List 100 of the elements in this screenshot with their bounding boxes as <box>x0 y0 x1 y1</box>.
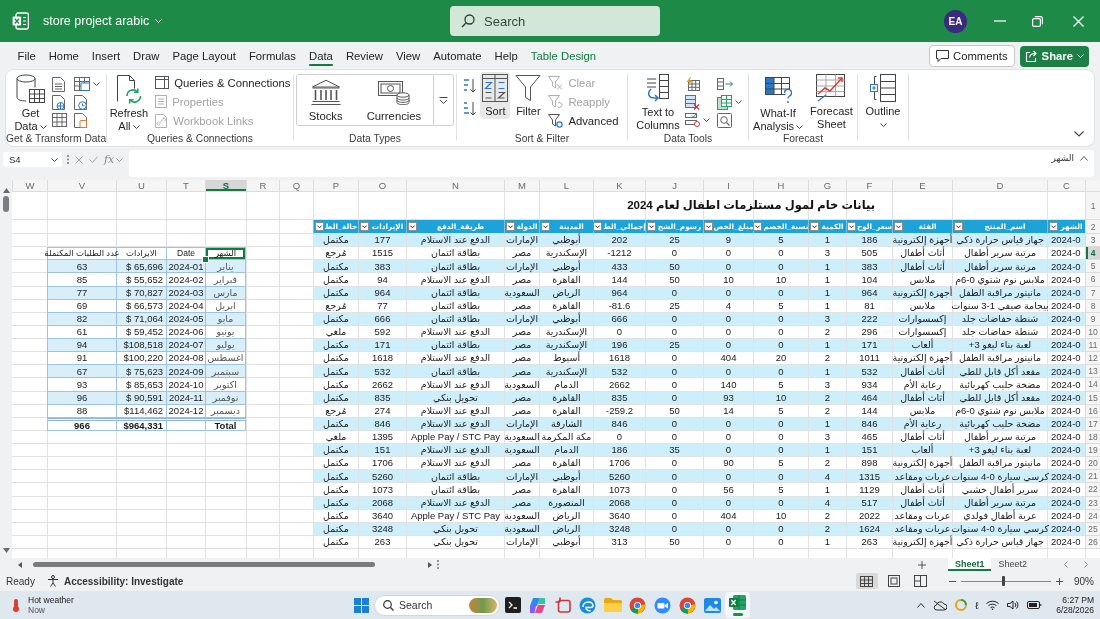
ribbon-tab[interactable]: Review <box>339 45 390 67</box>
filter-dropdown-icon[interactable] <box>541 222 550 231</box>
filter-dropdown-icon[interactable] <box>647 222 656 231</box>
scroll-up-icon[interactable] <box>2 188 10 193</box>
filter-dropdown-icon[interactable] <box>954 222 963 231</box>
column-header[interactable]: U <box>116 180 166 192</box>
battery-icon[interactable] <box>1027 601 1043 609</box>
ribbon-tab[interactable]: Home <box>42 45 86 67</box>
close-icon[interactable] <box>1073 15 1084 27</box>
filter-dropdown-icon[interactable] <box>894 222 903 231</box>
accessibility-button[interactable]: Accessibility: Investigate <box>46 575 184 587</box>
sort-descending-icon[interactable] <box>463 101 478 116</box>
queries-connections-button[interactable]: Queries & Connections <box>153 73 293 92</box>
filter-dropdown-icon[interactable] <box>506 222 515 231</box>
scroll-right-icon[interactable] <box>428 561 432 568</box>
filter-button[interactable]: Filter <box>513 72 544 119</box>
column-header[interactable]: H <box>753 180 808 192</box>
scrollbar-thumb[interactable] <box>3 196 9 212</box>
get-data-button[interactable]: Get Data <box>12 72 49 134</box>
column-header[interactable]: G <box>808 180 846 192</box>
row-header[interactable]: 21 <box>1085 470 1100 484</box>
stocks-button[interactable]: Stocks <box>296 75 355 125</box>
add-icon[interactable] <box>917 560 926 569</box>
chevron-up-icon[interactable] <box>916 602 925 608</box>
column-header[interactable]: V <box>47 180 116 192</box>
text-file-icon[interactable] <box>51 76 65 92</box>
outline-button[interactable]: Outline <box>863 72 903 132</box>
ribbon-tab[interactable]: Data <box>302 45 340 67</box>
table-picture-icon[interactable] <box>73 77 90 91</box>
column-header[interactable]: P <box>313 180 358 192</box>
chevron-right-icon[interactable] <box>1084 561 1088 568</box>
column-header[interactable]: R <box>246 180 279 192</box>
column-header[interactable]: J <box>645 180 703 192</box>
row-header[interactable]: 6 <box>1085 273 1100 287</box>
filter-dropdown-icon[interactable] <box>408 222 417 231</box>
ribbon-tab[interactable]: Table Design <box>524 45 603 67</box>
column-header[interactable]: K <box>593 180 645 192</box>
filter-dropdown-icon[interactable] <box>1049 222 1058 231</box>
workbook-title-button[interactable]: store project arabic <box>43 14 163 28</box>
check-icon[interactable] <box>89 156 98 163</box>
ribbon-tab[interactable]: Insert <box>85 45 127 67</box>
column-header[interactable]: Q <box>279 180 313 192</box>
ribbon-tab[interactable]: Formulas <box>242 45 303 67</box>
ribbon-tab[interactable]: Draw <box>126 45 166 67</box>
row-header[interactable]: 4 <box>1085 247 1100 261</box>
zoom-slider-thumb[interactable] <box>1001 576 1005 586</box>
start-icon[interactable] <box>354 597 369 613</box>
filter-dropdown-icon[interactable] <box>593 222 603 231</box>
column-header[interactable]: E <box>892 180 952 192</box>
column-header[interactable]: W <box>12 180 47 192</box>
filter-dropdown-icon[interactable] <box>703 222 713 231</box>
sheet-tab[interactable]: Sheet2 <box>991 558 1034 571</box>
search-field[interactable]: Search <box>450 6 660 36</box>
wifi-icon[interactable] <box>986 600 1000 610</box>
text-to-columns-button[interactable]: Text to Columns <box>634 72 682 133</box>
filter-dropdown-icon[interactable] <box>314 222 324 231</box>
view-button[interactable] <box>856 573 878 589</box>
restore-icon[interactable] <box>1032 15 1043 27</box>
scrollbar-thumb[interactable] <box>33 562 375 567</box>
globe-document-icon[interactable] <box>51 94 65 110</box>
column-header[interactable]: L <box>539 180 593 192</box>
row-header[interactable]: 2 <box>1085 220 1100 234</box>
column-header[interactable]: F <box>846 180 892 192</box>
database-document-icon[interactable] <box>73 112 87 128</box>
lightning-table-icon[interactable] <box>684 77 700 91</box>
row-header[interactable]: 11 <box>1085 339 1100 353</box>
sort-button[interactable]: Sort <box>480 72 511 119</box>
row-header[interactable]: 22 <box>1085 483 1100 497</box>
currencies-button[interactable]: Currencies <box>354 75 434 125</box>
advanced-button[interactable]: Advanced <box>546 111 621 130</box>
column-header[interactable]: N <box>406 180 504 192</box>
row-header[interactable]: 1 <box>1085 192 1100 220</box>
column-header[interactable]: S <box>205 180 246 192</box>
data-model-icon[interactable] <box>716 112 732 128</box>
clock-document-icon[interactable] <box>73 94 87 110</box>
thermometer-icon[interactable] <box>12 598 20 612</box>
row-header[interactable]: 13 <box>1085 365 1100 379</box>
fill-handle[interactable] <box>202 256 209 264</box>
row-header[interactable]: 19 <box>1085 444 1100 458</box>
comments-button[interactable]: Comments <box>928 45 1015 67</box>
arrow-table-icon[interactable] <box>716 78 733 90</box>
avatar[interactable]: EA <box>944 9 967 33</box>
ring-app-icon[interactable] <box>954 599 967 611</box>
insert-function-button[interactable]: fx <box>104 153 124 166</box>
filter-dropdown-icon[interactable] <box>360 222 369 231</box>
forecast-sheet-button[interactable]: Forecast Sheet <box>808 72 855 132</box>
stacked-tables-icon[interactable] <box>716 94 732 110</box>
column-header[interactable]: M <box>504 180 539 192</box>
ribbon-tab[interactable]: File <box>11 45 43 67</box>
cloud-off-icon[interactable] <box>932 599 947 611</box>
table-delete-icon[interactable] <box>684 94 700 110</box>
zoom-in-icon[interactable] <box>1056 577 1063 585</box>
collapse-ribbon-icon[interactable] <box>1074 131 1084 137</box>
what-if-analysis-button[interactable]: What-If Analysis <box>751 72 806 134</box>
row-header[interactable]: 12 <box>1085 352 1100 366</box>
column-header[interactable]: D <box>952 180 1047 192</box>
refresh-all-button[interactable]: Refresh All <box>107 72 151 134</box>
validation-list-icon[interactable] <box>684 113 700 127</box>
chevron-left-icon[interactable] <box>1064 561 1068 568</box>
speaker-icon[interactable] <box>1007 600 1020 610</box>
